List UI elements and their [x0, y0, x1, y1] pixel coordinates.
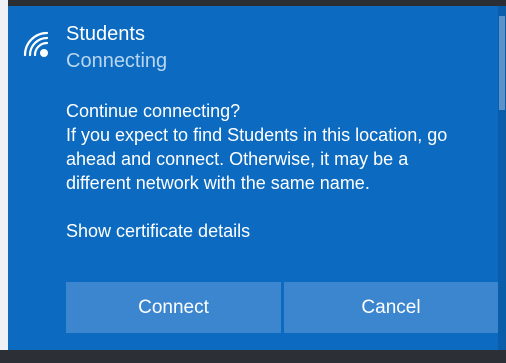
cancel-button[interactable]: Cancel [284, 282, 498, 333]
dialog-question: Continue connecting? [66, 101, 241, 121]
wifi-icon [23, 31, 49, 57]
background-window-edge [0, 0, 8, 363]
dialog-message: Continue connecting? If you expect to fi… [66, 99, 476, 195]
bottom-border [0, 350, 506, 363]
connection-status: Connecting [66, 50, 168, 72]
show-certificate-details-link[interactable]: Show certificate details [66, 219, 250, 243]
connect-button[interactable]: Connect [66, 282, 281, 333]
network-name: Students [66, 23, 145, 45]
scrollbar[interactable] [498, 6, 506, 350]
dialog-body: If you expect to find Students in this l… [66, 125, 448, 193]
scrollbar-thumb[interactable] [499, 16, 505, 110]
